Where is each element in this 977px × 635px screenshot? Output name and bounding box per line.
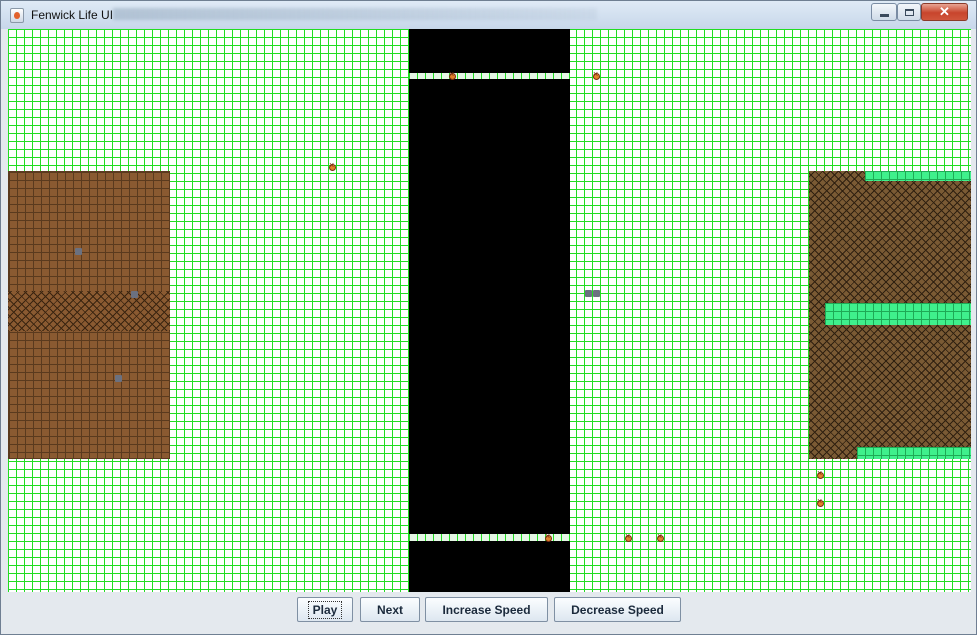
next-button[interactable]: Next: [360, 597, 420, 622]
agent-cell: [817, 496, 824, 507]
close-icon: ✕: [939, 4, 950, 19]
minimize-button[interactable]: [871, 3, 897, 21]
field-band-middle: [825, 303, 971, 325]
maximize-icon: [904, 8, 914, 16]
close-button[interactable]: ✕: [921, 3, 968, 21]
agent-cell: [625, 531, 632, 542]
field-strip-bottom: [857, 447, 971, 459]
road-block-top: [409, 29, 570, 73]
agent-cell: [657, 531, 664, 542]
play-button-label: Play: [307, 600, 343, 619]
dirt-hatched-band-left: [8, 291, 170, 331]
rock-cell: [585, 290, 592, 297]
decrease-speed-button[interactable]: Decrease Speed: [554, 597, 681, 622]
background-window-title-blur: [113, 8, 597, 20]
app-window: Fenwick Life UI ✕ × × × × × × × × Play N…: [0, 0, 977, 635]
road-block-bottom: [409, 541, 570, 592]
increase-speed-button[interactable]: Increase Speed: [425, 597, 548, 622]
java-icon: [10, 8, 24, 23]
field-strip-top: [865, 171, 971, 181]
agent-cell: [545, 531, 552, 542]
rock-cell: [131, 291, 138, 298]
agent-cell: [449, 69, 456, 80]
maximize-button[interactable]: [897, 3, 921, 21]
road-block-main: [409, 79, 570, 534]
agent-cell: [329, 160, 336, 171]
title-bar[interactable]: Fenwick Life UI ✕: [1, 1, 976, 29]
play-button[interactable]: Play: [297, 597, 353, 622]
minimize-icon: [879, 13, 889, 17]
rock-cell: [115, 375, 122, 382]
agent-cell: [817, 468, 824, 479]
simulation-grid[interactable]: [8, 29, 971, 592]
agent-cell: [593, 69, 600, 80]
control-bar: Play Next Increase Speed Decrease Speed: [1, 593, 976, 633]
rock-cell: [593, 290, 600, 297]
window-title: Fenwick Life UI: [31, 8, 114, 22]
rock-cell: [75, 248, 82, 255]
